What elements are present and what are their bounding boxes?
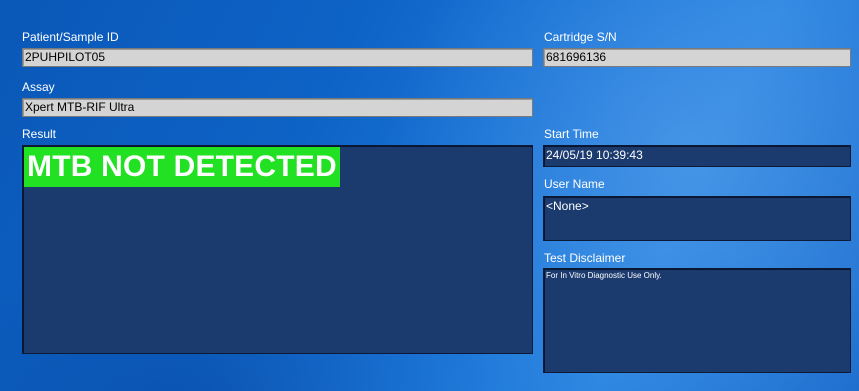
- assay-label: Assay: [22, 80, 55, 94]
- patient-id-field[interactable]: 2PUHPILOT05: [22, 48, 533, 67]
- patient-id-label: Patient/Sample ID: [22, 30, 119, 44]
- test-result-panel: Patient/Sample ID 2PUHPILOT05 Cartridge …: [0, 0, 859, 391]
- start-time-field[interactable]: 24/05/19 10:39:43: [543, 145, 851, 167]
- test-disclaimer-field[interactable]: For In Vitro Diagnostic Use Only.: [543, 268, 851, 373]
- result-label: Result: [22, 127, 57, 141]
- user-name-field[interactable]: <None>: [543, 196, 851, 241]
- result-box[interactable]: MTB NOT DETECTED: [22, 145, 533, 354]
- test-disclaimer-label: Test Disclaimer: [544, 251, 626, 265]
- cartridge-sn-field[interactable]: 681696136: [543, 48, 851, 67]
- assay-field[interactable]: Xpert MTB-RIF Ultra: [22, 98, 533, 117]
- result-status-badge: MTB NOT DETECTED: [24, 147, 340, 187]
- user-name-label: User Name: [544, 177, 605, 191]
- cartridge-sn-label: Cartridge S/N: [544, 30, 617, 44]
- start-time-label: Start Time: [544, 127, 599, 141]
